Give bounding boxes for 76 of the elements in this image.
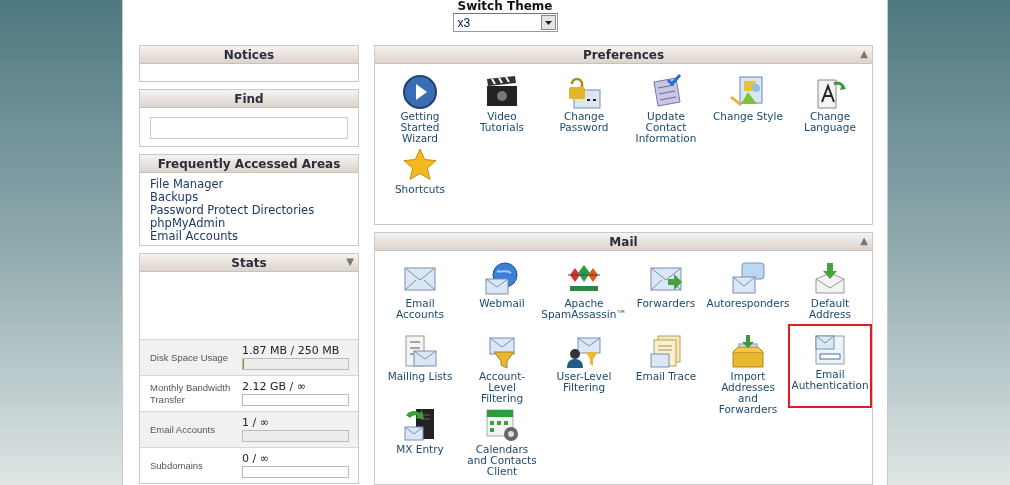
- panel-title: Notices: [223, 47, 275, 62]
- list-envelope-icon: [402, 334, 438, 370]
- play-icon: [402, 74, 438, 110]
- stat-label: Email Accounts: [150, 423, 216, 436]
- stat-label: Monthly Bandwidth Transfer: [150, 381, 232, 406]
- panel-title: Frequently Accessed Areas: [157, 156, 341, 171]
- panel-title: Find: [234, 91, 264, 106]
- shortcut-label: Webmail: [478, 298, 526, 309]
- shortcut-label: Video Tutorials: [478, 111, 526, 133]
- stat-value: 1 / ∞: [242, 417, 270, 429]
- envelope-download-icon: [812, 261, 848, 297]
- search-field[interactable]: [150, 117, 348, 139]
- shortcut-item[interactable]: Email Trace: [627, 332, 705, 384]
- quick-link[interactable]: Email Accounts: [150, 230, 348, 243]
- shortcut-label: Account-Level Filtering: [477, 371, 527, 404]
- shortcut-item[interactable]: Getting Started Wizard: [381, 72, 459, 146]
- toggle-arrow[interactable]: ▼: [346, 256, 354, 268]
- calendar-gear-icon: [484, 407, 520, 443]
- speech-envelope-icon: [730, 261, 766, 297]
- globe-envelope-icon: [484, 261, 520, 297]
- panel-title: Stats: [231, 255, 267, 270]
- shortcut-label: Mailing Lists: [386, 371, 454, 382]
- shortcut-label: Getting Started Wizard: [399, 111, 441, 144]
- shortcut-item[interactable]: Forwarders: [627, 259, 705, 311]
- shortcut-label: Change Style: [712, 111, 784, 122]
- shortcut-item[interactable]: Autoresponders: [703, 259, 793, 311]
- shortcut-label: Calendars and Contacts Client: [466, 444, 538, 477]
- envelope-card-icon: [812, 332, 848, 368]
- shortcut-label: Default Address: [808, 298, 852, 320]
- switch-theme-label: Switch Theme: [457, 0, 553, 13]
- shortcut-item[interactable]: Change Password: [545, 72, 623, 135]
- shortcut-label: Email Trace: [634, 371, 698, 382]
- shortcut-item[interactable]: MX Entry: [381, 405, 459, 457]
- quick-link[interactable]: Backups: [150, 191, 348, 204]
- shortcut-label: Autoresponders: [706, 298, 790, 309]
- shortcut-item[interactable]: Import Addresses and Forwarders: [709, 332, 787, 417]
- user-envelope-icon: [566, 334, 602, 370]
- stat-value: 0 / ∞: [242, 453, 270, 465]
- shortcut-label: MX Entry: [395, 444, 445, 455]
- box-envelope-icon: [730, 334, 766, 370]
- shortcut-item[interactable]: Account-Level Filtering: [463, 332, 541, 406]
- panel-title: Preferences: [582, 47, 665, 62]
- shortcut-label: Email Authentication: [791, 369, 869, 391]
- documents-envelope-icon: [648, 334, 684, 370]
- quick-link[interactable]: phpMyAdmin: [150, 217, 348, 230]
- star-icon: [402, 147, 438, 183]
- shortcut-item[interactable]: Email Authentication: [788, 324, 872, 408]
- shortcut-label: Forwarders: [635, 298, 697, 309]
- shortcut-label: Email Accounts: [395, 298, 445, 320]
- shortcut-item[interactable]: User-Level Filtering: [545, 332, 623, 395]
- shortcut-item[interactable]: Mailing Lists: [381, 332, 459, 384]
- shortcut-item[interactable]: Calendars and Contacts Client: [463, 405, 541, 479]
- quick-link[interactable]: File Manager: [150, 178, 348, 191]
- shortcut-label: Change Language: [803, 111, 857, 133]
- shortcut-label: Change Password: [558, 111, 610, 133]
- shortcut-item[interactable]: Shortcuts: [381, 145, 459, 197]
- shortcut-label: User-Level Filtering: [555, 371, 613, 393]
- shortcut-label: Import Addresses and Forwarders: [717, 371, 779, 415]
- shortcut-item[interactable]: Default Address: [791, 259, 869, 322]
- panel-title: Mail: [609, 234, 638, 249]
- quick-link[interactable]: Password Protect Directories: [150, 204, 348, 217]
- shortcut-label: Apache SpamAssassin™: [541, 298, 627, 320]
- theme-select[interactable]: x3: [452, 13, 558, 32]
- shortcut-item[interactable]: Update Contact Information: [627, 72, 705, 146]
- shortcut-item[interactable]: Change Style: [709, 72, 787, 124]
- shortcut-item[interactable]: Video Tutorials: [463, 72, 541, 135]
- stat-label: Disk Space Usage: [150, 351, 230, 364]
- shortcut-item[interactable]: Change Language: [791, 72, 869, 135]
- shortcut-item[interactable]: Apache SpamAssassin™: [538, 259, 630, 322]
- stat-value: 2.12 GB / ∞: [242, 381, 307, 393]
- shortcut-label: Shortcuts: [393, 184, 447, 195]
- shortcut-item[interactable]: Email Accounts: [381, 259, 459, 322]
- shortcut-label: Update Contact Information: [634, 111, 698, 144]
- shortcut-item[interactable]: Webmail: [463, 259, 541, 311]
- stat-value: 1.87 MB / 250 MB: [242, 345, 341, 357]
- stat-label: Subdomains: [150, 459, 204, 472]
